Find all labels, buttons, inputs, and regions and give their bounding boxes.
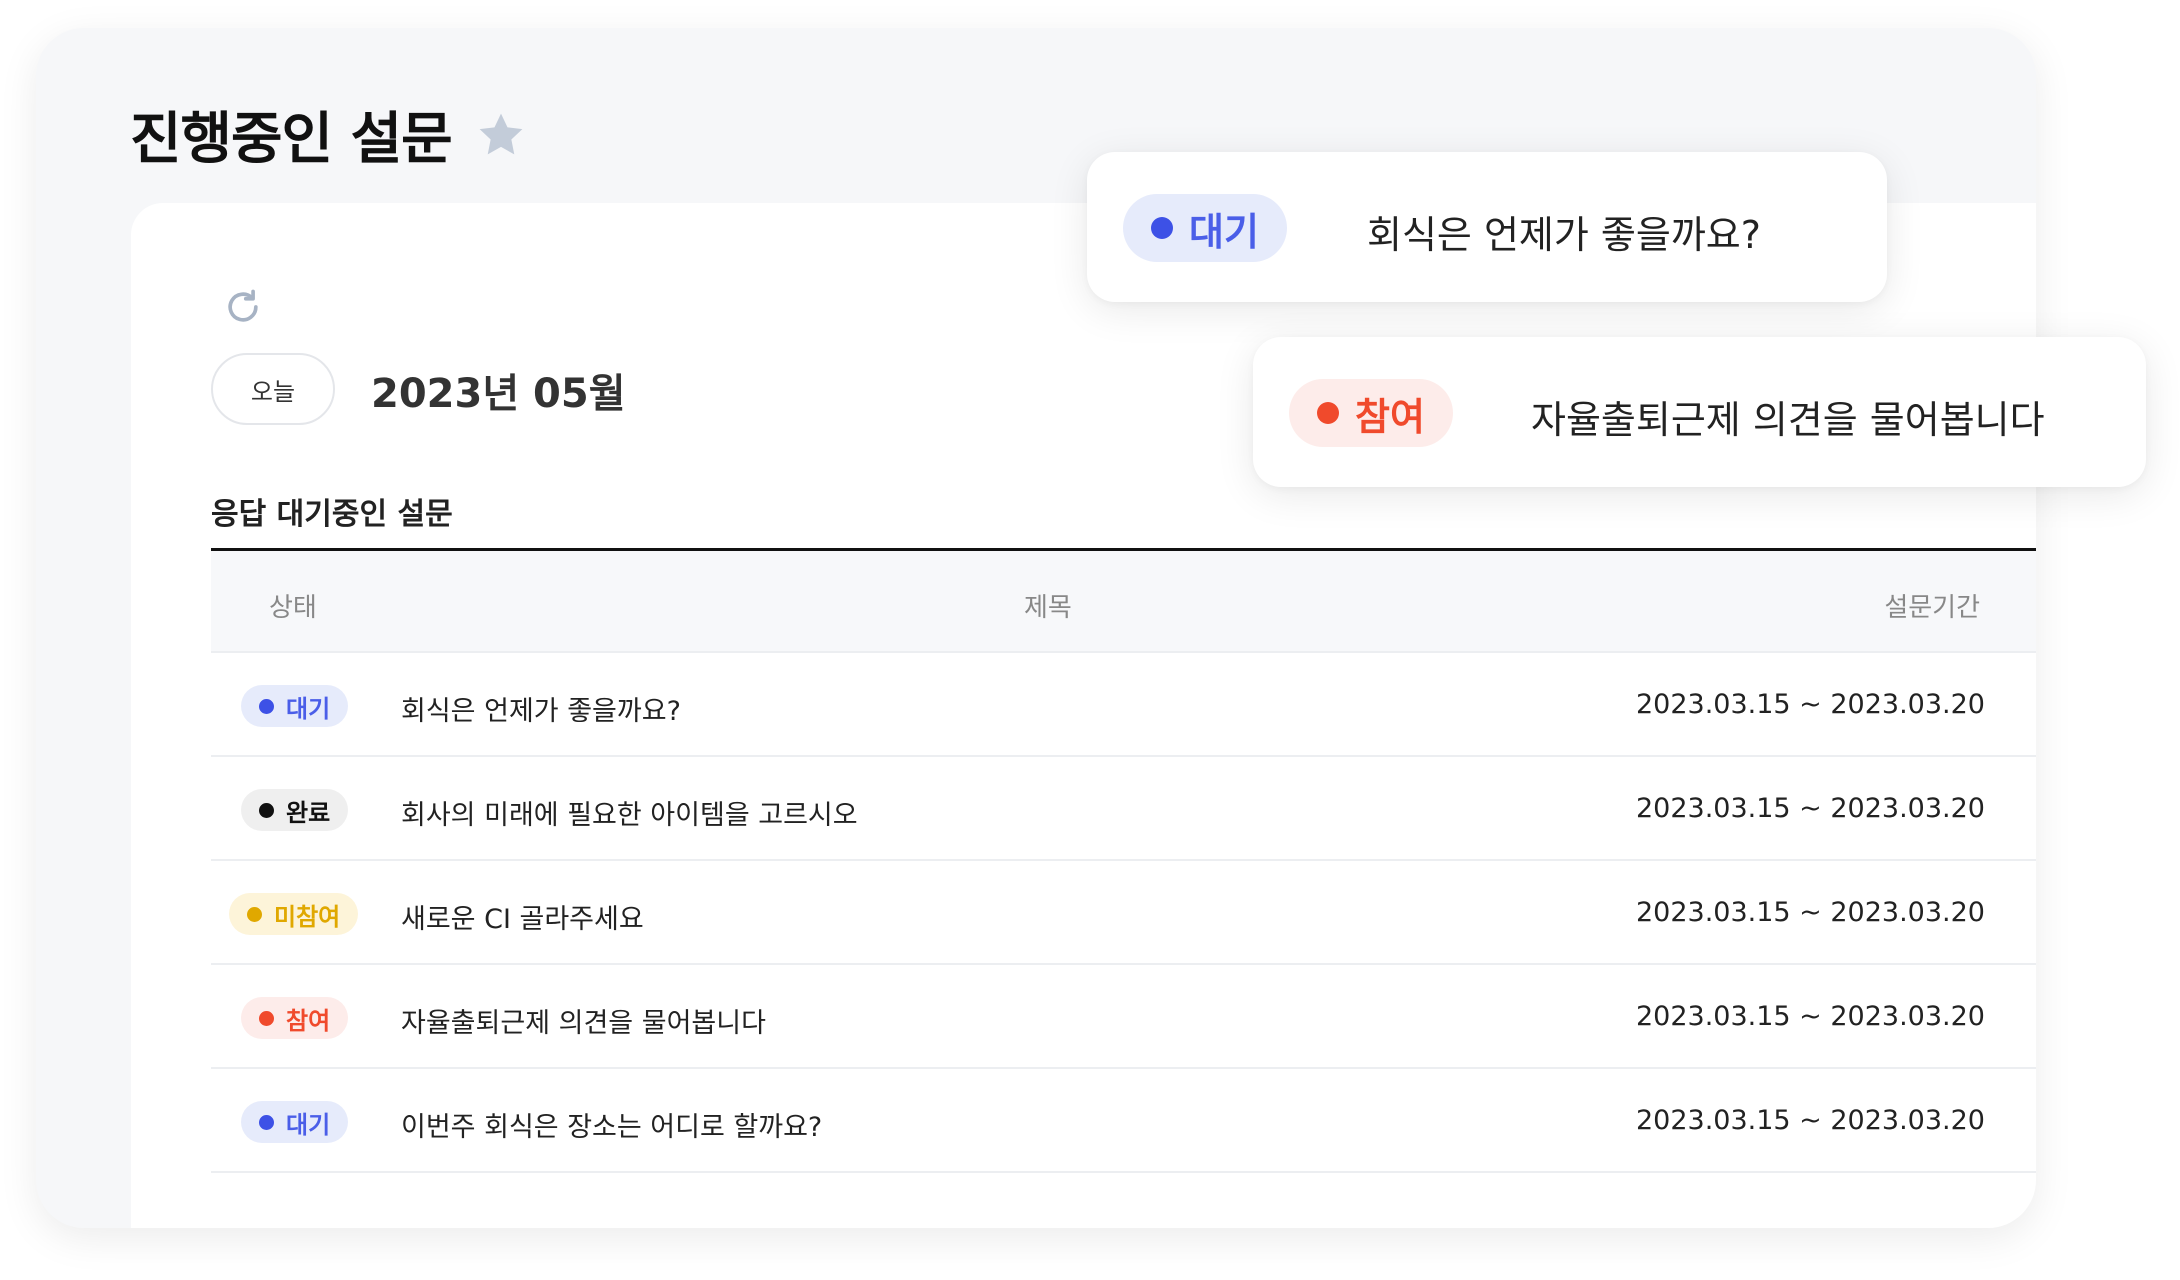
floating-survey-card[interactable]: 참여 자율출퇴근제 의견을 물어봅니다: [1253, 337, 2146, 487]
survey-period: 2023.03.15 ~ 2023.03.20: [1636, 897, 1985, 928]
status-badge: 대기: [1123, 194, 1287, 262]
status-badge: 미참여: [229, 893, 359, 935]
survey-period: 2023.03.15 ~ 2023.03.20: [1636, 689, 1985, 720]
survey-title: 자율출퇴근제 의견을 물어봅니다: [1531, 398, 2045, 442]
table-row[interactable]: 대기 이번주 회식은 장소는 어디로 할까요? 2023.03.15 ~ 202…: [211, 1069, 2036, 1173]
survey-title[interactable]: 자율출퇴근제 의견을 물어봅니다: [401, 1001, 766, 1040]
status-badge: 대기: [241, 1101, 349, 1143]
column-header-status: 상태: [269, 593, 317, 623]
status-label: 참여: [286, 1006, 331, 1035]
survey-title[interactable]: 새로운 CI 골라주세요: [401, 897, 644, 936]
table-row[interactable]: 미참여 새로운 CI 골라주세요 2023.03.15 ~ 2023.03.20: [211, 861, 2036, 965]
table-header: 상태 제목 설문기간: [211, 551, 2036, 653]
star-icon[interactable]: [474, 108, 528, 162]
status-dot: [259, 1010, 274, 1026]
table-row[interactable]: 대기 회식은 언제가 좋을까요? 2023.03.15 ~ 2023.03.20: [211, 653, 2036, 757]
survey-title[interactable]: 이번주 회식은 장소는 어디로 할까요?: [401, 1105, 822, 1144]
survey-title: 회식은 언제가 좋을까요?: [1367, 213, 1761, 257]
survey-period: 2023.03.15 ~ 2023.03.20: [1636, 793, 1985, 824]
status-label: 미참여: [274, 902, 341, 931]
status-dot: [1317, 402, 1339, 424]
month-label: 2023년 05월: [371, 371, 626, 417]
refresh-icon[interactable]: [221, 285, 265, 329]
status-dot: [259, 802, 274, 818]
status-dot: [247, 906, 262, 922]
table-row[interactable]: 완료 회사의 미래에 필요한 아이템을 고르시오 2023.03.15 ~ 20…: [211, 757, 2036, 861]
status-dot: [259, 698, 274, 714]
floating-survey-card[interactable]: 대기 회식은 언제가 좋을까요?: [1087, 152, 1887, 302]
column-header-title: 제목: [1024, 593, 1072, 623]
page-header: 진행중인 설문: [130, 94, 528, 175]
status-badge: 대기: [241, 685, 349, 727]
status-dot: [1151, 217, 1173, 239]
survey-table: 상태 제목 설문기간 대기 회식은 언제가 좋을까요? 2023.03.15 ~…: [211, 548, 2036, 1173]
status-badge: 완료: [241, 789, 349, 831]
status-badge: 참여: [1289, 379, 1453, 447]
status-badge: 참여: [241, 997, 349, 1039]
survey-title[interactable]: 회식은 언제가 좋을까요?: [401, 689, 681, 728]
section-title: 응답 대기중인 설문: [211, 497, 453, 532]
status-label: 대기: [1189, 209, 1259, 254]
page-title: 진행중인 설문: [130, 107, 453, 172]
status-label: 완료: [286, 798, 331, 827]
table-row[interactable]: 참여 자율출퇴근제 의견을 물어봅니다 2023.03.15 ~ 2023.03…: [211, 965, 2036, 1069]
column-header-period: 설문기간: [1884, 593, 1980, 623]
status-label: 참여: [1355, 394, 1425, 439]
status-label: 대기: [286, 1110, 331, 1139]
survey-period: 2023.03.15 ~ 2023.03.20: [1636, 1105, 1985, 1136]
today-button[interactable]: 오늘: [211, 353, 335, 425]
survey-period: 2023.03.15 ~ 2023.03.20: [1636, 1001, 1985, 1032]
survey-title[interactable]: 회사의 미래에 필요한 아이템을 고르시오: [401, 793, 858, 832]
status-dot: [259, 1114, 274, 1130]
status-label: 대기: [286, 694, 331, 723]
